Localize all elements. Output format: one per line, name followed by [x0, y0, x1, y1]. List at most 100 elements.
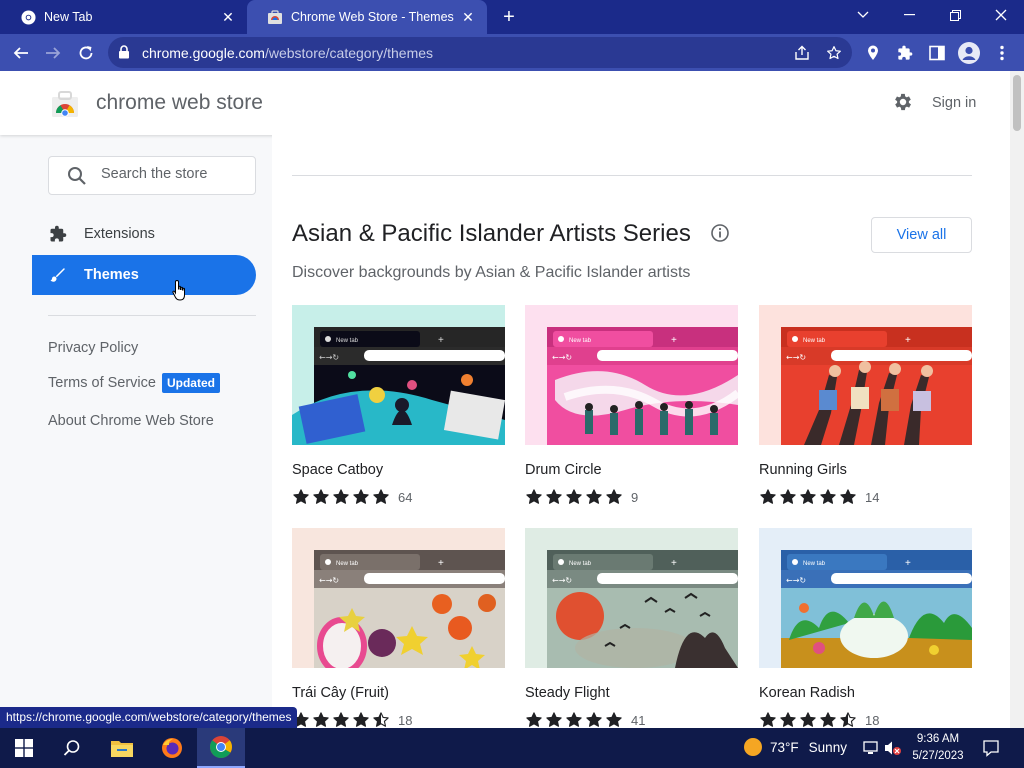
bookmark-star-icon[interactable]: [824, 43, 844, 63]
scrollbar-thumb[interactable]: [1013, 75, 1021, 131]
weather-widget[interactable]: 73°F Sunny: [744, 738, 847, 756]
search-icon[interactable]: [48, 728, 96, 768]
theme-card-drum-circle[interactable]: New tab + ←→↻ Drum Circle 9: [525, 305, 738, 505]
info-icon[interactable]: [710, 223, 730, 248]
share-icon[interactable]: [792, 43, 812, 63]
kebab-menu-icon[interactable]: [989, 40, 1015, 66]
tab-title: Chrome Web Store - Themes: [291, 10, 454, 24]
theme-name[interactable]: Running Girls: [759, 462, 847, 478]
puzzle-icon: [48, 224, 68, 244]
search-input[interactable]: [101, 166, 251, 182]
search-icon: [67, 166, 87, 191]
theme-name[interactable]: Korean Radish: [759, 685, 855, 701]
main-content: Asian & Pacific Islander Artists Series …: [272, 135, 1010, 728]
theme-rating: 41: [525, 711, 645, 728]
theme-rating: 14: [759, 488, 879, 506]
store-search-box[interactable]: [48, 156, 256, 195]
sidebar-item-extensions[interactable]: Extensions: [32, 214, 256, 254]
chrome-taskbar-icon[interactable]: [197, 728, 245, 768]
svg-text:+: +: [671, 558, 677, 569]
file-explorer-icon[interactable]: [98, 728, 146, 768]
rating-count: 18: [865, 712, 880, 728]
store-title[interactable]: chrome web store: [96, 91, 263, 115]
close-tab-icon[interactable]: ✕: [459, 8, 477, 26]
profile-avatar-icon[interactable]: [956, 40, 982, 66]
url-text[interactable]: chrome.google.com/webstore/category/them…: [142, 45, 433, 61]
theme-thumbnail[interactable]: New tab + ←→↻: [292, 528, 505, 668]
svg-text:+: +: [671, 335, 677, 346]
address-bar[interactable]: chrome.google.com/webstore/category/them…: [108, 37, 852, 68]
tab-search-chevron-icon[interactable]: [840, 0, 886, 30]
theme-card-space-catboy[interactable]: New tab + ←→↻ Space Catboy 64: [292, 305, 505, 505]
network-icon[interactable]: [862, 739, 880, 757]
weather-temperature: 73°F: [770, 739, 799, 755]
theme-card-steady-flight[interactable]: New tab + ←→↻ Steady Flight 41: [525, 528, 738, 728]
section-title: Asian & Pacific Islander Artists Series: [292, 220, 691, 247]
svg-text:+: +: [438, 335, 444, 346]
web-store-icon: [267, 9, 283, 25]
terms-of-service-link[interactable]: Terms of Service Updated: [48, 373, 220, 393]
close-window-icon[interactable]: [978, 0, 1024, 30]
theme-name[interactable]: Drum Circle: [525, 462, 602, 478]
privacy-policy-link[interactable]: Privacy Policy: [48, 340, 138, 356]
section-divider: [292, 175, 972, 176]
theme-thumbnail[interactable]: New tab + ←→↻: [525, 528, 738, 668]
url-host: chrome.google.com: [142, 45, 265, 61]
weather-condition: Sunny: [808, 739, 847, 755]
theme-card-korean-radish[interactable]: New tab + ←→↻ Korean Radish 18: [759, 528, 972, 728]
sign-in-link[interactable]: Sign in: [932, 95, 976, 111]
extensions-puzzle-icon[interactable]: [892, 40, 918, 66]
sidebar-divider: [48, 315, 256, 316]
close-tab-icon[interactable]: ✕: [219, 8, 237, 26]
gear-icon[interactable]: [892, 91, 916, 115]
section-subtitle: Discover backgrounds by Asian & Pacific …: [292, 264, 691, 281]
tab-chrome-web-store[interactable]: Chrome Web Store - Themes ✕: [247, 0, 487, 34]
restore-icon[interactable]: [932, 0, 978, 30]
volume-muted-icon[interactable]: [884, 739, 902, 757]
svg-text:←→↻: ←→↻: [552, 353, 572, 362]
theme-card-trai-cay-fruit[interactable]: New tab + ←→↻ Trái Cây (Fruit) 18: [292, 528, 505, 728]
notification-icon[interactable]: [982, 739, 1000, 757]
theme-thumbnail[interactable]: New tab + ←→↻: [292, 305, 505, 445]
sidebar-item-label: Themes: [84, 267, 139, 283]
page-scrollbar[interactable]: [1010, 71, 1024, 728]
windows-start-icon[interactable]: [0, 728, 48, 768]
view-all-button[interactable]: View all: [871, 217, 972, 253]
lock-icon[interactable]: [118, 45, 130, 64]
theme-thumbnail[interactable]: New tab + ←→↻: [525, 305, 738, 445]
new-tab-button[interactable]: +: [497, 6, 521, 28]
windows-taskbar: 73°F Sunny 9:36 AM 5/27/2023: [0, 728, 1024, 768]
star-rating-icon: [292, 488, 392, 506]
sidebar-item-label: Extensions: [84, 226, 155, 242]
about-store-link[interactable]: About Chrome Web Store: [48, 413, 214, 429]
tab-strip: New Tab ✕ Chrome Web Store - Themes ✕ +: [0, 0, 1024, 34]
sidebar-item-themes[interactable]: Themes: [32, 255, 256, 295]
tab-new-tab[interactable]: New Tab ✕: [0, 0, 247, 34]
rating-count: 14: [865, 489, 880, 505]
theme-name[interactable]: Trái Cây (Fruit): [292, 685, 389, 701]
brush-icon: [48, 265, 68, 285]
chrome-web-store-logo-icon[interactable]: [50, 88, 80, 118]
side-panel-icon[interactable]: [924, 40, 950, 66]
theme-name[interactable]: Steady Flight: [525, 685, 610, 701]
forward-arrow-icon[interactable]: [40, 40, 66, 66]
rating-count: 9: [631, 489, 639, 505]
minimize-icon[interactable]: [886, 0, 932, 30]
firefox-icon[interactable]: [148, 728, 196, 768]
svg-text:+: +: [905, 558, 911, 569]
theme-name[interactable]: Space Catboy: [292, 462, 383, 478]
system-clock[interactable]: 9:36 AM 5/27/2023: [906, 731, 970, 765]
theme-card-running-girls[interactable]: New tab + ←→↻ Running Girls 14: [759, 305, 972, 505]
tab-title: New Tab: [44, 10, 93, 24]
reload-icon[interactable]: [73, 40, 99, 66]
thumb-tab-label: New tab: [569, 561, 592, 567]
location-pin-icon[interactable]: [860, 40, 886, 66]
svg-text:←→↻: ←→↻: [552, 576, 572, 585]
thumb-tab-label: New tab: [336, 561, 359, 567]
theme-thumbnail[interactable]: New tab + ←→↻: [759, 528, 972, 668]
theme-rating: 9: [525, 488, 638, 506]
star-rating-icon: [759, 711, 859, 728]
back-arrow-icon[interactable]: [8, 40, 34, 66]
theme-thumbnail[interactable]: New tab + ←→↻: [759, 305, 972, 445]
svg-text:←→↻: ←→↻: [786, 353, 806, 362]
